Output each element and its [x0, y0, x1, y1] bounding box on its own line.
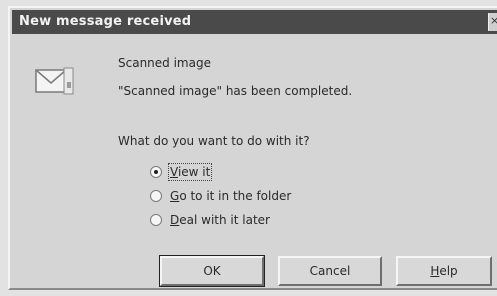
new-message-dialog: New message received × Scanned image "Sc…: [8, 6, 497, 290]
close-icon: ×: [490, 14, 497, 27]
help-label: elp: [439, 264, 458, 278]
question-label: What do you want to do with it?: [118, 134, 310, 148]
message-body: "Scanned image" has been completed.: [118, 84, 353, 98]
message-subject: Scanned image: [118, 56, 211, 70]
title-bar[interactable]: New message received ×: [12, 10, 497, 34]
dialog-title: New message received: [19, 14, 192, 29]
radio-view-it[interactable]: [150, 166, 162, 178]
help-button[interactable]: Help: [396, 256, 492, 286]
cancel-button[interactable]: Cancel: [278, 256, 382, 286]
screen: New message received × Scanned image "Sc…: [0, 0, 497, 296]
radio-deal-later[interactable]: [150, 214, 162, 226]
radio-go-to-folder[interactable]: [150, 190, 162, 202]
radio-selected-dot: [154, 170, 158, 174]
option-view-it-label: View it: [167, 163, 213, 181]
ok-button[interactable]: OK: [160, 256, 264, 286]
option-deal-later-label: Deal with it later: [170, 213, 270, 227]
envelope-icon: [35, 67, 74, 95]
help-hotkey: H: [430, 264, 440, 278]
close-button[interactable]: ×: [488, 13, 497, 31]
option-go-to-folder-label: Go to it in the folder: [170, 189, 292, 203]
